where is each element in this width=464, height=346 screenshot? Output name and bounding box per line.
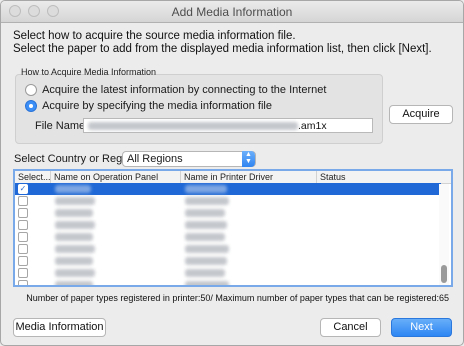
redacted-driver-name [185,197,229,205]
row-checkbox[interactable] [18,280,28,285]
row-checkbox[interactable] [18,268,28,278]
row-checkbox[interactable]: ✓ [18,184,28,194]
radio-internet[interactable] [25,84,37,97]
table-row[interactable] [15,231,441,243]
table-row[interactable] [15,219,441,231]
redacted-panel-name [55,281,93,285]
instruction-line-1: Select how to acquire the source media i… [13,30,296,42]
redacted-panel-name [55,209,93,217]
cancel-button[interactable]: Cancel [320,318,381,337]
row-checkbox[interactable] [18,220,28,230]
redacted-panel-name [55,269,95,277]
table-row[interactable] [15,207,441,219]
region-label: Select Country or Region [14,153,137,165]
row-checkbox[interactable] [18,256,28,266]
redacted-driver-name [185,233,225,241]
table-row[interactable]: ✓ [15,183,441,195]
media-information-button[interactable]: Media Information [13,318,106,337]
region-select-value: All Regions [127,153,183,165]
table-scrollbar[interactable] [439,184,449,285]
radio-internet-label: Acquire the latest information by connec… [42,84,327,97]
acquire-group-label: How to Acquire Media Information [21,67,157,77]
file-path-redacted [88,122,298,131]
file-extension: .am1x [298,120,327,132]
column-header-status[interactable]: Status [317,171,451,183]
table-row[interactable] [15,243,441,255]
radio-file-option[interactable]: Acquire by specifying the media informat… [25,100,272,113]
redacted-panel-name [55,185,91,193]
scrollbar-thumb[interactable] [441,265,447,283]
redacted-panel-name [55,221,95,229]
title-bar: Add Media Information [1,1,463,23]
column-header-printer-driver[interactable]: Name in Printer Driver [181,171,317,183]
chevron-up-down-icon: ▲ ▼ [242,151,255,167]
instruction-line-2: Select the paper to add from the display… [13,43,432,55]
table-row[interactable] [15,195,441,207]
redacted-panel-name [55,233,93,241]
row-checkbox[interactable] [18,232,28,242]
redacted-panel-name [55,245,95,253]
redacted-driver-name [185,269,225,277]
redacted-panel-name [55,257,93,265]
add-media-information-dialog: Add Media Information Select how to acqu… [0,0,464,346]
table-row[interactable] [15,255,441,267]
row-checkbox[interactable] [18,196,28,206]
radio-file[interactable] [25,100,37,113]
file-name-label: File Name: [35,120,89,132]
table-row[interactable] [15,279,441,285]
redacted-driver-name [185,281,229,285]
region-select[interactable]: All Regions ▲ ▼ [122,151,256,167]
file-name-field[interactable]: .am1x [83,118,373,133]
radio-file-label: Acquire by specifying the media informat… [42,100,272,113]
radio-internet-option[interactable]: Acquire the latest information by connec… [25,84,327,97]
redacted-driver-name [185,257,227,265]
redacted-driver-name [185,245,229,253]
media-list-table[interactable]: Select... Name on Operation Panel Name i… [13,169,453,287]
redacted-driver-name [185,185,227,193]
column-header-operation-panel[interactable]: Name on Operation Panel [51,171,181,183]
row-checkbox[interactable] [18,244,28,254]
window-title: Add Media Information [171,5,293,19]
table-row[interactable] [15,267,441,279]
column-header-select[interactable]: Select... [15,171,51,183]
redacted-driver-name [185,209,225,217]
redacted-driver-name [185,221,227,229]
paper-type-count: Number of paper types registered in prin… [26,293,449,303]
row-checkbox[interactable] [18,208,28,218]
redacted-panel-name [55,197,95,205]
acquire-button[interactable]: Acquire [389,105,453,124]
next-button[interactable]: Next [391,318,452,337]
